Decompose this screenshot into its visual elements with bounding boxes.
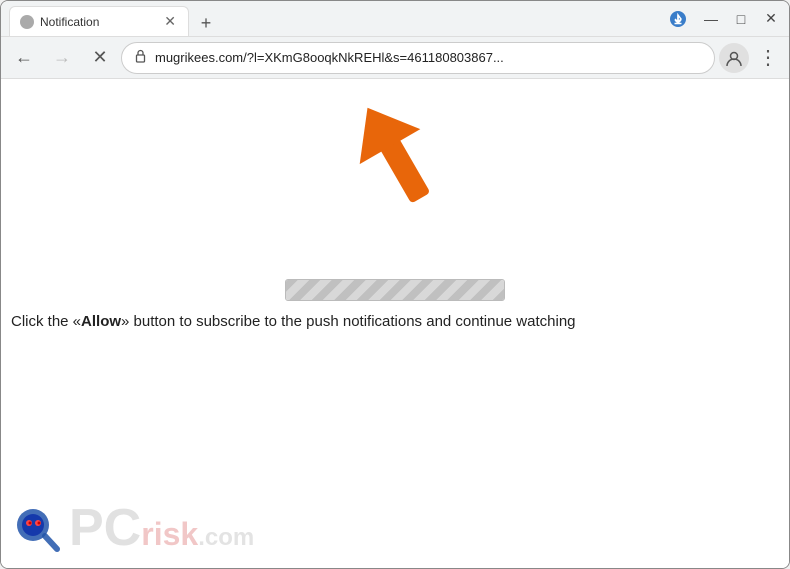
title-bar: Notification ✕ + — □ ✕ — [1, 1, 789, 37]
profile-button[interactable] — [719, 43, 749, 73]
instruction-allow-word: Allow — [81, 313, 121, 330]
progress-stripe — [286, 280, 504, 300]
maximize-button[interactable]: □ — [731, 9, 751, 29]
address-bar[interactable]: mugrikees.com/?l=XKmG8ooqkNkREHl&s=46118… — [121, 42, 715, 74]
back-button[interactable]: ← — [7, 41, 41, 75]
pcrisk-pc-text: PCrisk.com — [69, 498, 254, 558]
browser-window: Notification ✕ + — □ ✕ ← — [0, 0, 790, 569]
tab-area: Notification ✕ + — [9, 1, 663, 36]
stop-reload-button[interactable]: ✕ — [83, 41, 117, 75]
pcrisk-watermark: PCrisk.com — [11, 498, 254, 558]
instruction-suffix: » button to subscribe to the push notifi… — [121, 313, 575, 330]
new-tab-button[interactable]: + — [193, 10, 219, 36]
pcrisk-logo-icon — [11, 499, 69, 557]
minimize-button[interactable]: — — [701, 9, 721, 29]
tab-favicon — [20, 15, 34, 29]
tab-close-button[interactable]: ✕ — [162, 13, 178, 30]
title-right-controls — [663, 4, 693, 34]
loading-progress-bar — [285, 279, 505, 301]
arrow-indicator — [335, 94, 465, 239]
progress-bar-wrapper — [285, 279, 505, 301]
page-content: Click the «Allow» button to subscribe to… — [1, 79, 789, 568]
browser-menu-button[interactable]: ⋮ — [753, 43, 783, 73]
address-text: mugrikees.com/?l=XKmG8ooqkNkREHl&s=46118… — [155, 50, 690, 65]
instruction-text: Click the «Allow» button to subscribe to… — [11, 311, 779, 334]
instruction-prefix: Click the « — [11, 313, 81, 330]
navigation-bar: ← → ✕ mugrikees.com/?l=XKmG8ooqkNkREHl&s… — [1, 37, 789, 79]
bookmark-star-icon[interactable] — [698, 56, 702, 60]
close-button[interactable]: ✕ — [761, 9, 781, 29]
lock-icon — [134, 49, 147, 66]
active-tab[interactable]: Notification ✕ — [9, 6, 189, 36]
download-icon-btn[interactable] — [663, 4, 693, 34]
forward-button[interactable]: → — [45, 41, 79, 75]
window-controls: — □ ✕ — [701, 9, 781, 29]
tab-title: Notification — [40, 15, 156, 29]
